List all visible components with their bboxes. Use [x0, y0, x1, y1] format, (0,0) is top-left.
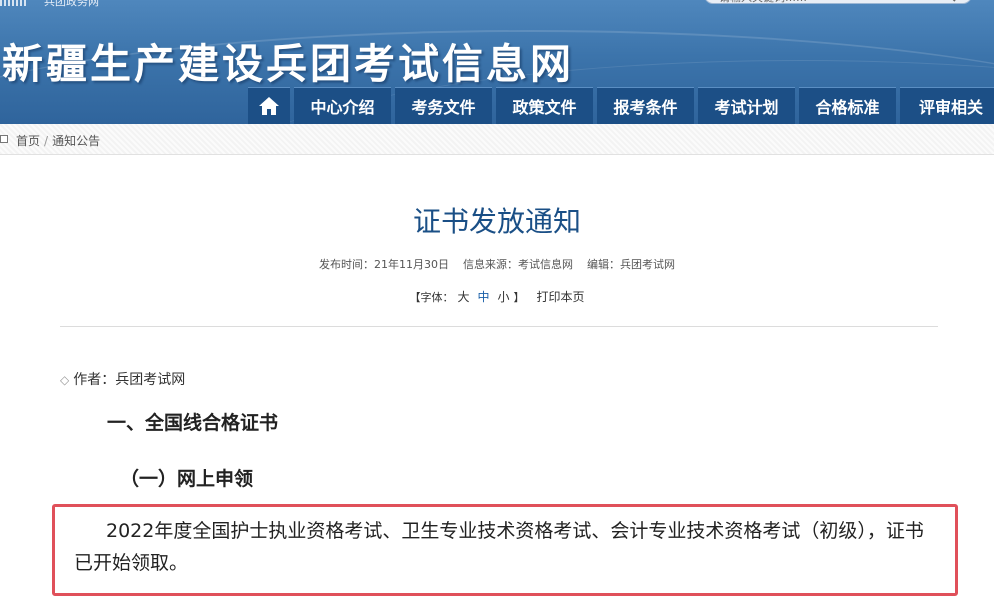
nav-item-review[interactable]: 评审相关: [900, 87, 994, 124]
author-text: 作者：兵团考试网: [73, 372, 186, 388]
header-banner: 兵团政务网 新疆生产建设兵团考试信息网 中心介绍 考务文件 政策文件 报考条件 …: [0, 0, 994, 125]
article-title: 证书发放通知: [412, 205, 581, 238]
font-large-button[interactable]: 大: [457, 290, 469, 304]
breadcrumb-separator: /: [44, 134, 49, 148]
nav-item-exam-docs[interactable]: 考务文件: [395, 87, 492, 124]
nav-item-eligibility[interactable]: 报考条件: [597, 87, 694, 124]
breadcrumb-current-link[interactable]: 通知公告: [52, 134, 100, 148]
home-icon: [259, 97, 279, 115]
info-source: 信息来源：考试信息网: [463, 258, 573, 271]
site-title: 新疆生产建设兵团考试信息网: [2, 40, 574, 88]
search-icon[interactable]: [942, 0, 956, 2]
breadcrumb-icon: [0, 135, 8, 143]
nav-item-policy-docs[interactable]: 政策文件: [496, 87, 593, 124]
nav-item-exam-plan[interactable]: 考试计划: [698, 87, 795, 124]
font-small-button[interactable]: 小: [498, 290, 510, 304]
top-bar: 兵团政务网: [0, 0, 994, 8]
nav-home-button[interactable]: [248, 87, 290, 124]
diamond-icon: ◇: [60, 373, 70, 387]
nav-item-pass-standard[interactable]: 合格标准: [799, 87, 896, 124]
subsection-heading: （一）网上申领: [120, 468, 254, 490]
breadcrumb-home-link[interactable]: 首页: [16, 134, 40, 148]
divider: [60, 326, 938, 327]
breadcrumb: 首页 / 通知公告: [0, 124, 994, 155]
gov-portal-link[interactable]: 兵团政务网: [44, 0, 99, 9]
search-box[interactable]: [704, 0, 972, 4]
author-line: ◇ 作者：兵团考试网: [60, 369, 185, 389]
font-size-label: 【字体：: [409, 291, 454, 304]
publish-time: 发布时间：21年11月30日: [319, 258, 449, 271]
article-meta: 发布时间：21年11月30日 信息来源：考试信息网 编辑：兵团考试网: [0, 256, 994, 272]
font-size-controls: 【字体：大中小】打印本页: [0, 288, 994, 305]
article-paragraph: 2022年度全国护士执业资格考试、卫生专业技术资格考试、会计专业技术资格考试（初…: [74, 520, 924, 574]
search-input[interactable]: [719, 0, 929, 3]
section-heading: 一、全国线合格证书: [107, 412, 279, 434]
breadcrumb-trail: 首页 / 通知公告: [16, 132, 100, 149]
gov-logo-icon: [0, 0, 28, 6]
main-nav: 中心介绍 考务文件 政策文件 报考条件 考试计划 合格标准 评审相关: [248, 87, 994, 124]
font-size-label-close: 】: [513, 291, 525, 304]
font-medium-button[interactable]: 中: [477, 290, 489, 304]
nav-item-center-intro[interactable]: 中心介绍: [294, 87, 391, 124]
editor: 编辑：兵团考试网: [587, 258, 675, 271]
print-button[interactable]: 打印本页: [537, 290, 585, 304]
